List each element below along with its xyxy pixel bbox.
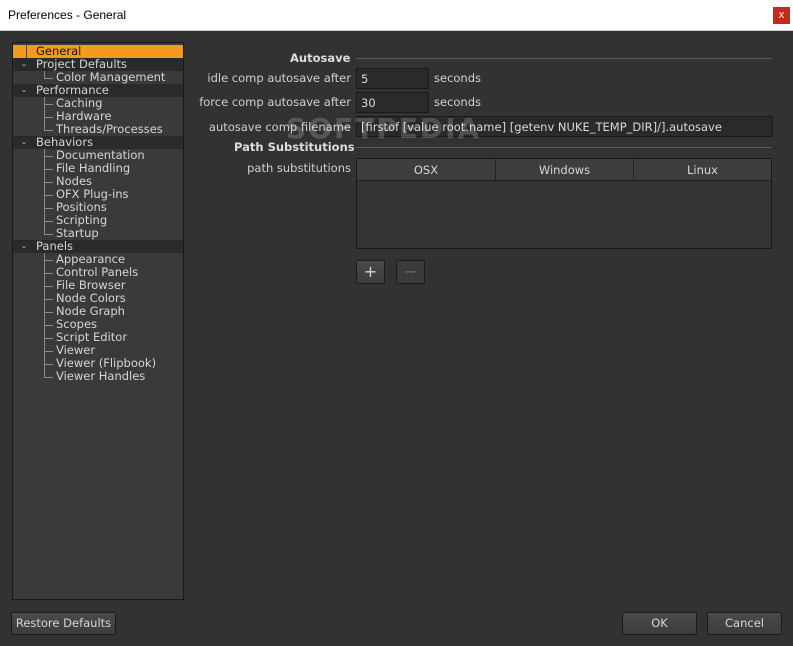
tree-connector xyxy=(44,182,53,183)
idle-autosave-label: idle comp autosave after xyxy=(207,71,351,85)
tree-connector xyxy=(44,130,53,131)
tree-connector xyxy=(44,208,53,209)
collapse-toggle-icon[interactable]: - xyxy=(19,58,29,71)
tree-item-node-graph[interactable]: Node Graph xyxy=(13,305,183,318)
column-header-windows[interactable]: Windows xyxy=(496,159,634,181)
idle-autosave-input[interactable]: 5 xyxy=(356,68,429,89)
tree-connector xyxy=(44,149,45,234)
title-bar: Preferences - General x xyxy=(0,0,793,31)
column-header-osx[interactable]: OSX xyxy=(357,159,496,181)
tree-connector xyxy=(44,351,53,352)
tree-connector xyxy=(44,338,53,339)
preferences-tree[interactable]: General - Project Defaults Color Management… xyxy=(12,42,184,600)
tree-connector xyxy=(44,253,45,377)
tree-connector xyxy=(26,45,27,58)
tree-connector xyxy=(44,156,53,157)
tree-connector xyxy=(44,71,45,78)
tree-connector xyxy=(44,117,53,118)
tree-connector xyxy=(44,377,53,378)
tree-connector xyxy=(44,286,53,287)
tree-item-file-handling[interactable]: File Handling xyxy=(13,162,183,175)
cancel-button[interactable]: Cancel xyxy=(707,612,782,635)
idle-autosave-unit: seconds xyxy=(434,71,482,85)
remove-substitution-button[interactable]: − xyxy=(396,260,425,284)
tree-connector xyxy=(44,104,53,105)
collapse-toggle-icon[interactable]: - xyxy=(19,84,29,97)
tree-connector xyxy=(44,364,53,365)
column-header-linux[interactable]: Linux xyxy=(634,159,771,181)
force-autosave-input[interactable]: 30 xyxy=(356,92,429,113)
path-substitutions-divider xyxy=(356,147,772,148)
tree-item-viewer-handles[interactable]: Viewer Handles xyxy=(13,370,183,383)
add-substitution-button[interactable]: + xyxy=(356,260,385,284)
watermark: SOFTPEDIA xyxy=(286,112,482,145)
autosave-divider xyxy=(356,58,772,59)
tree-connector xyxy=(44,273,53,274)
tree-connector xyxy=(44,299,53,300)
restore-defaults-button[interactable]: Restore Defaults xyxy=(11,612,116,635)
tree-connector xyxy=(44,78,53,79)
tree-connector xyxy=(44,221,53,222)
force-autosave-unit: seconds xyxy=(434,95,482,109)
tree-connector xyxy=(44,234,53,235)
path-substitutions-table[interactable]: OSX Windows Linux xyxy=(356,158,772,249)
tree-item-label: Viewer Handles xyxy=(56,369,146,383)
collapse-toggle-icon[interactable]: - xyxy=(19,136,29,149)
collapse-toggle-icon[interactable]: - xyxy=(19,240,29,253)
tree-connector xyxy=(44,195,53,196)
tree-connector xyxy=(44,325,53,326)
autosave-section-title: Autosave xyxy=(290,51,351,65)
window-title: Preferences - General xyxy=(8,8,127,22)
tree-item-script-editor[interactable]: Script Editor xyxy=(13,331,183,344)
tree-connector xyxy=(44,169,53,170)
tree-connector xyxy=(44,312,53,313)
tree-connector xyxy=(44,97,45,130)
close-button[interactable]: x xyxy=(773,7,790,24)
force-autosave-label: force comp autosave after xyxy=(199,95,351,109)
tree-connector xyxy=(44,260,53,261)
path-substitutions-label: path substitutions xyxy=(247,161,351,175)
ok-button[interactable]: OK xyxy=(622,612,697,635)
